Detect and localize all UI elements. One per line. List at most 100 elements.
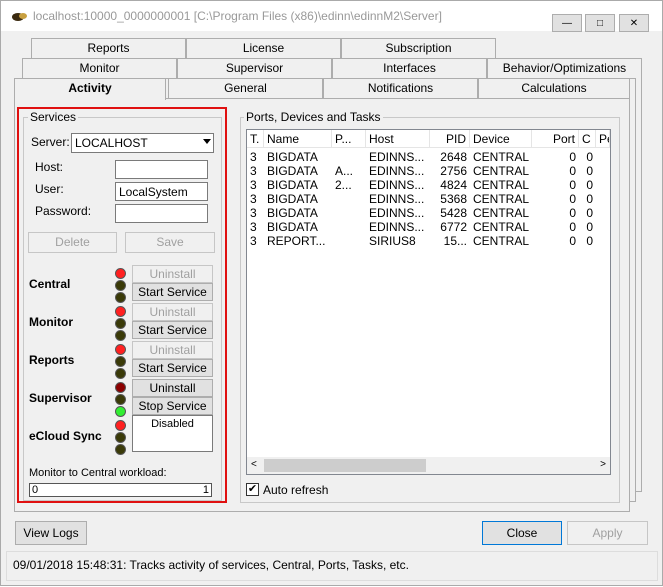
table-cell [596,206,610,220]
ports-list[interactable]: T. Name P... Host PID Device Port C Pe 3… [246,129,611,475]
server-label: Server: [31,135,70,149]
table-cell: BIGDATA [267,220,318,234]
table-cell: 5368 [440,192,467,206]
column-header[interactable]: PID [430,130,470,148]
table-cell: 5428 [440,206,467,220]
tab-supervisor[interactable]: Supervisor [177,58,332,78]
column-header[interactable]: Device [470,130,532,148]
column-header[interactable]: C [579,130,596,148]
table-cell: 3 [250,206,257,220]
table-cell: REPORT... [267,234,326,248]
title-bar[interactable]: localhost:10000_0000000001 [C:\Program F… [1,1,662,32]
tab-license[interactable]: License [186,38,341,58]
monitor-uninstall-button[interactable]: Uninstall [132,303,213,321]
monitor-start-button[interactable]: Start Service [132,321,213,339]
status-light-amber-icon [115,432,126,443]
workload-min: 0 [32,484,39,496]
table-cell [596,192,610,206]
table-cell: SIRIUS8 [369,234,416,248]
scroll-left-icon[interactable]: < [251,459,257,470]
minimize-icon: — [562,17,572,29]
table-cell: CENTRAL [473,206,530,220]
maximize-button[interactable]: □ [585,14,615,32]
service-name-reports: Reports [29,353,75,367]
user-input[interactable]: LocalSystem [115,182,208,201]
table-cell: 0 [586,164,593,178]
table-row[interactable]: 3 BIGDATA A... EDINNS... 2756 CENTRAL 0 0 [247,164,595,178]
table-cell [596,220,610,234]
tab-calculations[interactable]: Calculations [478,78,630,98]
table-row[interactable]: 3 BIGDATA EDINNS... 5368 CENTRAL 0 0 [247,192,595,206]
table-cell: BIGDATA [267,178,318,192]
tab-general[interactable]: General [168,78,323,98]
reports-start-button[interactable]: Start Service [132,359,213,377]
table-row[interactable]: 3 BIGDATA EDINNS... 6772 CENTRAL 0 0 [247,220,595,234]
table-cell [596,234,610,248]
service-name-central: Central [29,277,71,291]
central-start-button[interactable]: Start Service [132,283,213,301]
tab-notifications[interactable]: Notifications [323,78,478,98]
tab-activity[interactable]: Activity [14,78,166,100]
status-light-amber-icon [115,318,126,329]
supervisor-uninstall-button[interactable]: Uninstall [132,379,213,397]
user-label: User: [35,182,64,196]
table-row[interactable]: 3 BIGDATA 2... EDINNS... 4824 CENTRAL 0 0 [247,178,595,192]
table-cell: 15... [443,234,467,248]
table-cell: BIGDATA [267,164,318,178]
host-input[interactable] [115,160,208,179]
column-header[interactable]: T. [247,130,264,148]
column-header[interactable]: Host [366,130,430,148]
table-row[interactable]: 3 BIGDATA EDINNS... 2648 CENTRAL 0 0 [247,150,595,164]
horizontal-scrollbar[interactable]: < > [247,457,610,474]
server-select[interactable]: LOCALHOST [71,133,214,153]
tab-interfaces[interactable]: Interfaces [332,58,487,78]
status-light-amber-icon [115,356,126,367]
view-logs-button[interactable]: View Logs [15,521,87,545]
tab-reports[interactable]: Reports [31,38,186,58]
column-header[interactable]: Name [264,130,332,148]
tab-behavior-optimizations[interactable]: Behavior/Optimizations [487,58,642,78]
table-cell: 0 [586,150,593,164]
reports-uninstall-button[interactable]: Uninstall [132,341,213,359]
column-header[interactable]: P... [332,130,366,148]
table-cell: 3 [250,220,257,234]
table-cell: 0 [569,164,576,178]
close-button[interactable]: Close [482,521,562,545]
table-cell: 3 [250,192,257,206]
table-cell: 6772 [440,220,467,234]
table-cell: CENTRAL [473,150,530,164]
table-cell: 0 [569,192,576,206]
column-header[interactable]: Port [532,130,579,148]
table-cell: 3 [250,164,257,178]
window-title: localhost:10000_0000000001 [C:\Program F… [33,9,442,23]
auto-refresh-label[interactable]: Auto refresh [263,483,328,497]
central-uninstall-button[interactable]: Uninstall [132,265,213,283]
scrollbar-thumb[interactable] [264,459,426,472]
apply-button[interactable]: Apply [567,521,648,545]
save-button[interactable]: Save [125,232,215,253]
status-light-green-icon [115,330,126,341]
table-row[interactable]: 3 REPORT... SIRIUS8 15... CENTRAL 0 0 [247,234,595,248]
scroll-right-icon[interactable]: > [600,459,606,470]
minimize-button[interactable]: — [552,14,582,32]
table-row[interactable]: 3 BIGDATA EDINNS... 5428 CENTRAL 0 0 [247,206,595,220]
ports-group-label: Ports, Devices and Tasks [244,110,383,124]
password-input[interactable] [115,204,208,223]
table-cell [596,178,610,192]
status-light-green-icon [115,444,126,455]
tab-subscription[interactable]: Subscription [341,38,496,58]
table-cell: 3 [250,178,257,192]
column-header[interactable]: Pe [596,130,610,148]
table-cell: 0 [569,150,576,164]
supervisor-stop-button[interactable]: Stop Service [132,397,213,415]
delete-button[interactable]: Delete [28,232,117,253]
maximize-icon: □ [596,17,604,29]
status-light-red-icon [115,420,126,431]
status-light-green-icon [115,368,126,379]
close-window-button[interactable]: ✕ [619,14,649,32]
tab-monitor[interactable]: Monitor [22,58,177,78]
auto-refresh-checkbox[interactable]: ✔ [246,483,259,496]
table-cell: CENTRAL [473,178,530,192]
app-icon [12,13,27,21]
table-cell: EDINNS... [369,164,425,178]
